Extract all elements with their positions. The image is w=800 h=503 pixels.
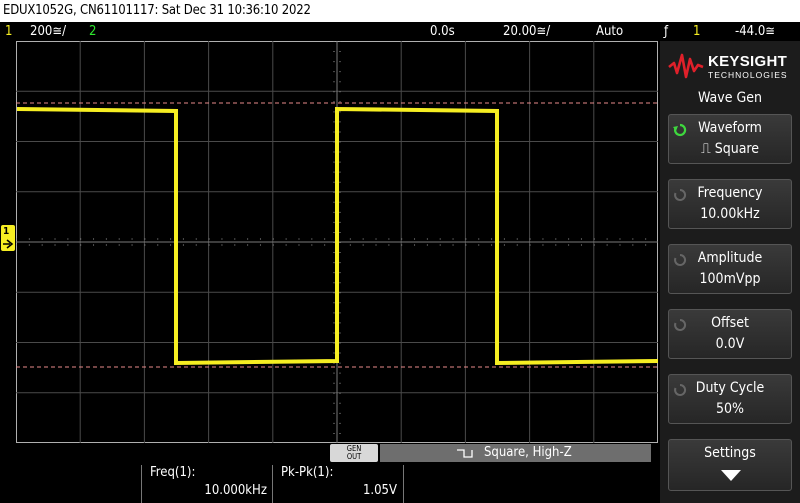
softkey-label: Duty Cycle — [695, 380, 765, 396]
trigger-source[interactable]: 1 — [693, 22, 700, 41]
softkey-value: 50% — [716, 401, 744, 417]
ch1-scale[interactable]: 200≅/ — [30, 22, 66, 41]
measurement-label: Pk-Pk(1): — [281, 465, 334, 480]
wavegen-status-text: Square, High-Z — [484, 445, 572, 460]
time-offset[interactable]: 0.0s — [430, 22, 455, 41]
measurement-value: 10.000kHz — [204, 483, 267, 498]
brand-name: KEYSIGHT — [708, 53, 788, 70]
measurement-frequency[interactable]: Freq(1): 10.000kHz — [141, 465, 273, 503]
keysight-logo: KEYSIGHT TECHNOLOGIES — [668, 49, 796, 85]
softkey-value: 100mVpp — [699, 271, 761, 287]
softkey-amplitude[interactable]: Amplitude 100mVpp — [668, 244, 792, 294]
ch1-number[interactable]: 1 — [5, 22, 12, 41]
ch2-number[interactable]: 2 — [89, 22, 96, 41]
softkey-label: Amplitude — [697, 250, 763, 266]
menu-title: Wave Gen — [698, 90, 762, 106]
measurement-pk-pk[interactable]: Pk-Pk(1): 1.05V — [272, 465, 404, 503]
softkey-panel: KEYSIGHT TECHNOLOGIES Wave Gen Waveform … — [660, 41, 800, 503]
time-scale[interactable]: 20.00≅/ — [503, 22, 550, 41]
softkey-settings[interactable]: Settings — [668, 439, 792, 491]
softkey-label: Waveform — [698, 120, 762, 136]
softkey-value: ⎍ Square — [700, 141, 760, 157]
instrument-title: EDUX1052G, CN61101117: Sat Dec 31 10:36:… — [3, 3, 311, 18]
measurement-label: Freq(1): — [150, 465, 196, 480]
status-bar: 1 200≅/ 2 0.0s 20.00≅/ Auto ƒ 1 -44.0≅ — [0, 22, 800, 41]
ch1-ground-marker[interactable]: 1 — [1, 225, 15, 251]
trigger-edge-icon: ƒ — [664, 24, 669, 39]
waveform-display[interactable] — [16, 41, 658, 443]
trigger-mode[interactable]: Auto — [596, 22, 623, 41]
softkey-label: Offset — [711, 315, 749, 331]
window-title-bar: EDUX1052G, CN61101117: Sat Dec 31 10:36:… — [0, 0, 800, 22]
keysight-wave-icon — [668, 53, 704, 79]
softkey-label: Settings — [704, 445, 756, 461]
square-wave-icon — [457, 449, 473, 458]
softkey-value: 0.0V — [715, 336, 745, 352]
trigger-level[interactable]: -44.0≅ — [735, 22, 775, 41]
softkey-value: 10.00kHz — [700, 206, 760, 222]
measurement-value: 1.05V — [362, 483, 397, 498]
softkey-label: Frequency — [697, 185, 763, 201]
softkey-frequency[interactable]: Frequency 10.00kHz — [668, 179, 792, 229]
wavegen-status: Square, High-Z — [380, 444, 651, 462]
softkey-duty-cycle[interactable]: Duty Cycle 50% — [668, 374, 792, 424]
arrow-down-icon — [721, 470, 741, 481]
brand-subtitle: TECHNOLOGIES — [708, 70, 788, 80]
softkey-waveform[interactable]: Waveform ⎍ Square — [668, 114, 792, 164]
softkey-offset[interactable]: Offset 0.0V — [668, 309, 792, 359]
gen-out-indicator: GEN OUT — [330, 444, 378, 462]
